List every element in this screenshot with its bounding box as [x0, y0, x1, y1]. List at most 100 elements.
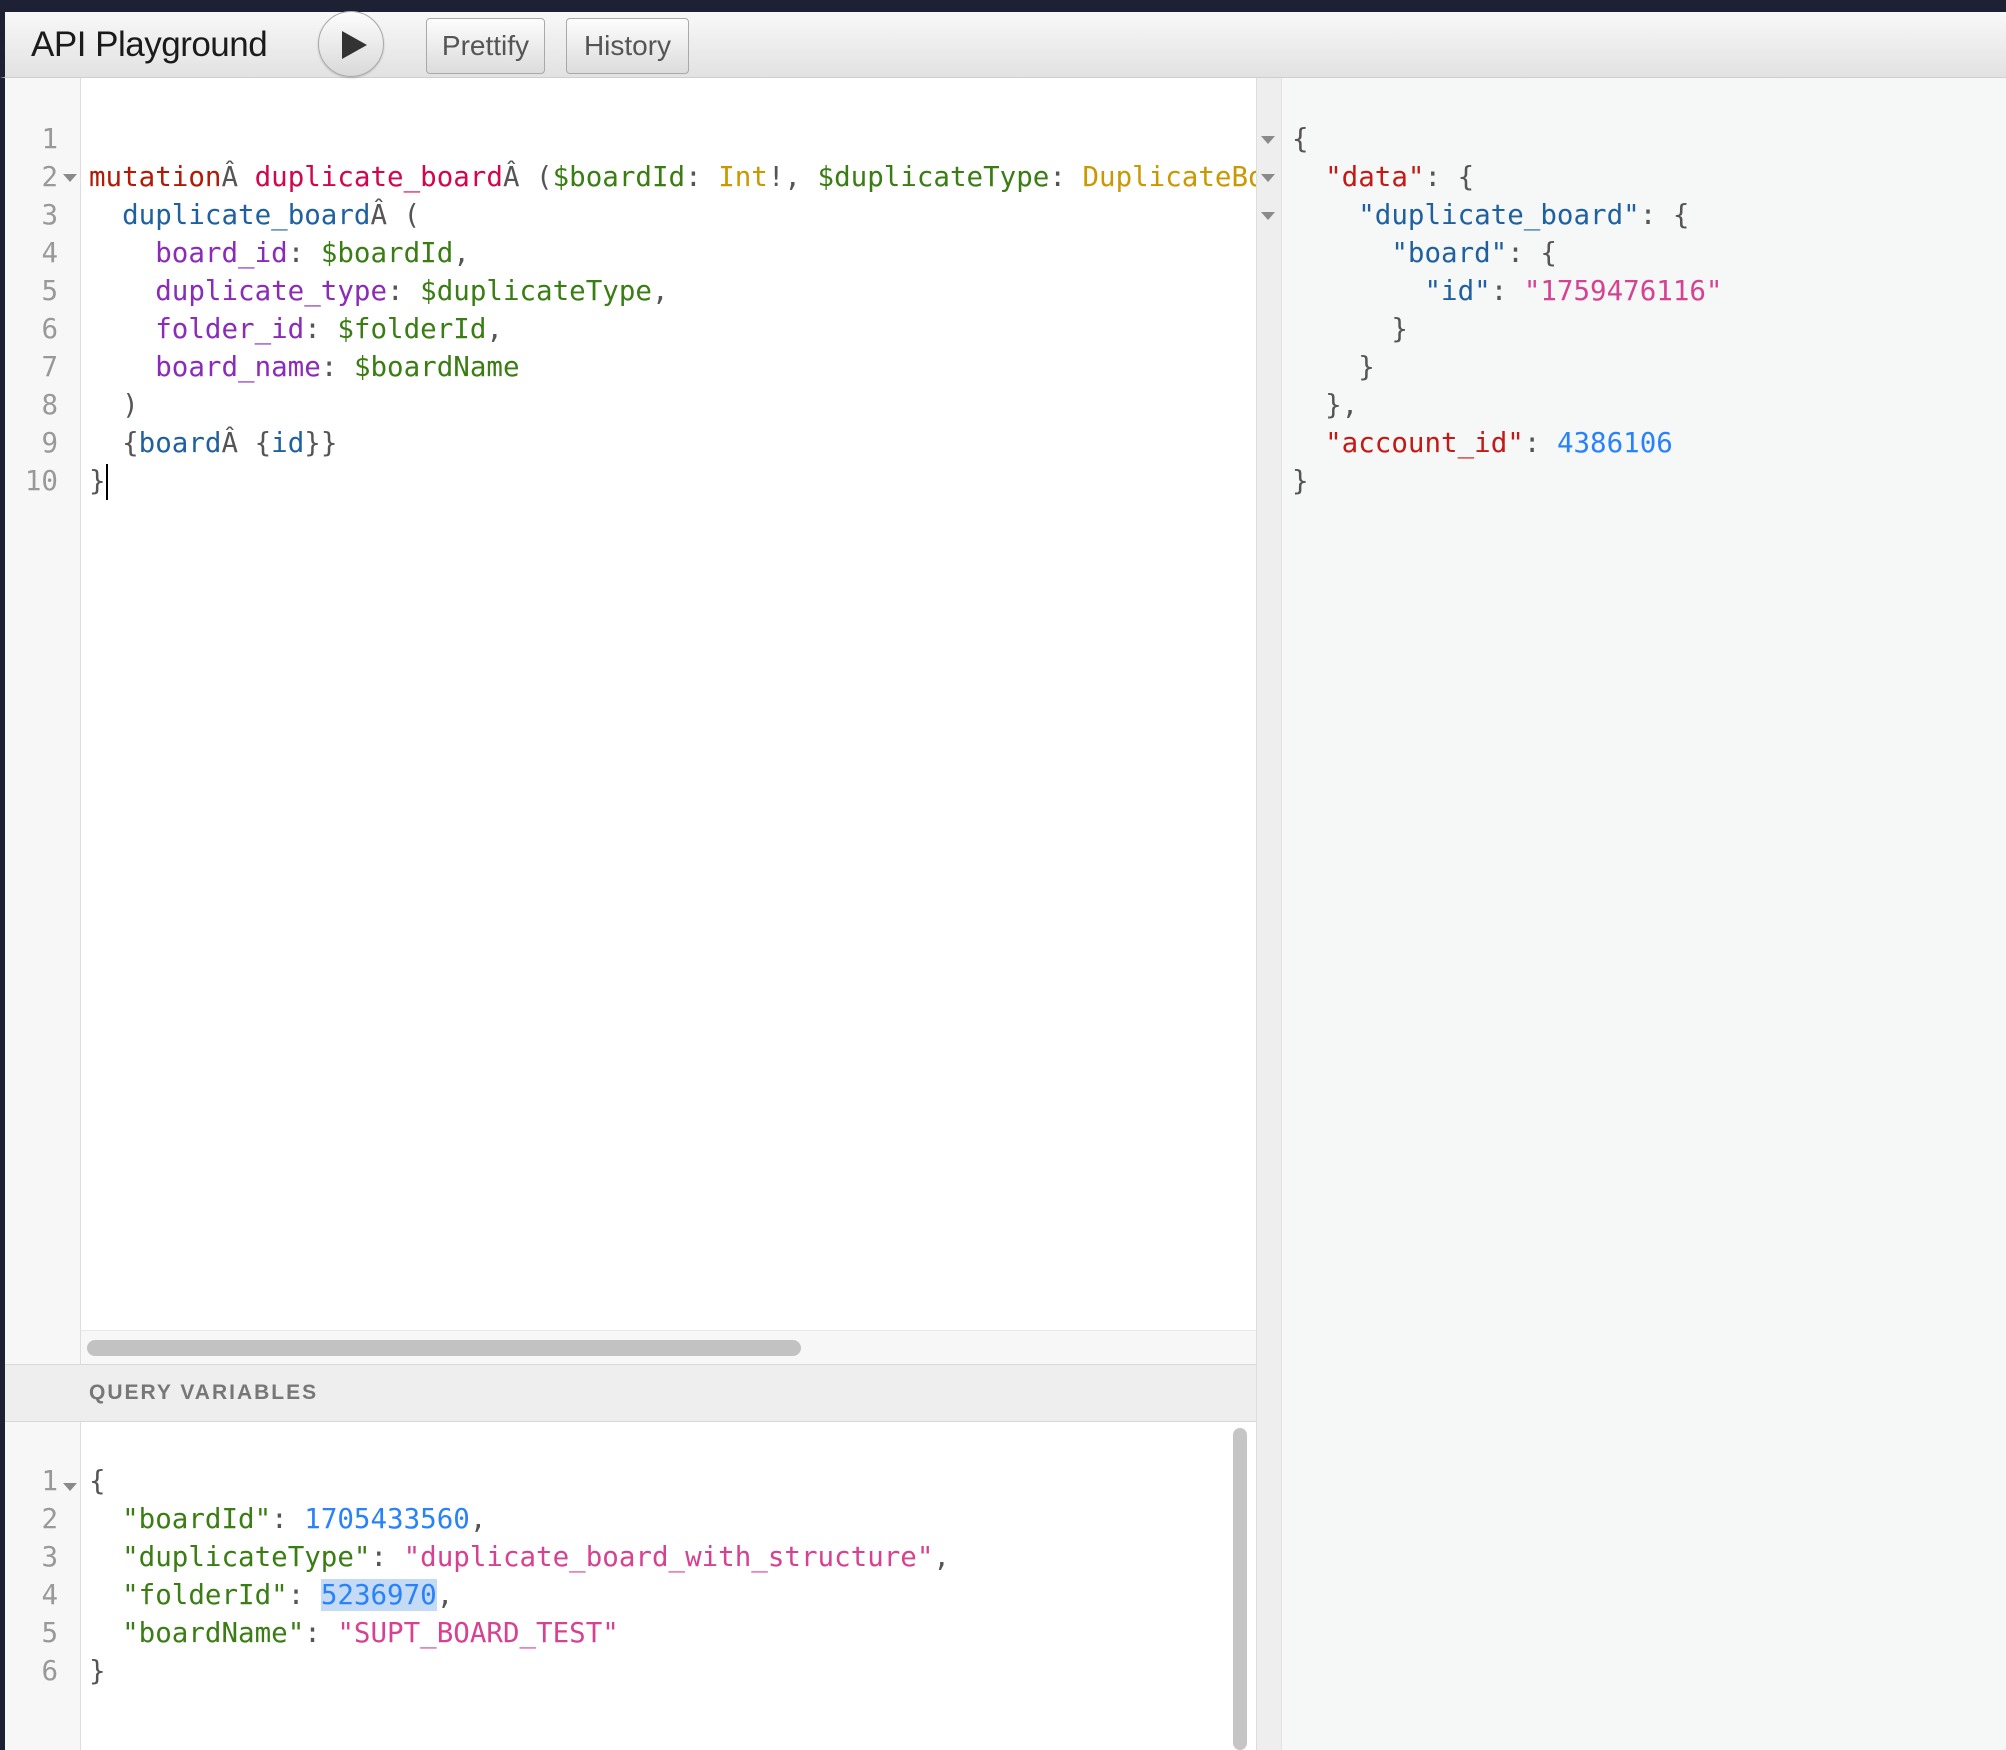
- code-token: }: [89, 1655, 106, 1687]
- toolbar: API Playground Prettify History: [0, 11, 2006, 78]
- code-line: }: [1292, 462, 1309, 500]
- fold-arrow-icon[interactable]: [63, 174, 77, 182]
- code-token: Â: [221, 161, 255, 193]
- code-token: ,: [453, 237, 470, 269]
- code-token: }: [1292, 465, 1309, 497]
- line-number: 7: [41, 351, 58, 383]
- code-token: :: [1049, 161, 1083, 193]
- code-token: :: [685, 161, 719, 193]
- line-number: 8: [41, 389, 58, 421]
- code-line: "data": {: [1292, 158, 1474, 196]
- code-line: "board": {: [1292, 234, 1557, 272]
- run-button[interactable]: [318, 11, 384, 77]
- line-number: 9: [41, 427, 58, 459]
- code-token: :: [287, 1579, 321, 1611]
- play-icon: [342, 31, 367, 59]
- code-line: board_id: $boardId,: [89, 234, 470, 272]
- code-token: 5236970: [320, 1579, 437, 1611]
- code-token: board: [138, 427, 222, 459]
- code-token: :: [304, 313, 338, 345]
- code-line: ): [89, 386, 139, 424]
- line-number: 4: [41, 1579, 58, 1611]
- code-token: "boardName": [122, 1617, 305, 1649]
- code-token: 1705433560: [304, 1503, 470, 1535]
- result-pane: { "data": { "duplicate_board": { "board"…: [1282, 78, 2006, 1750]
- code-token: ,: [469, 1503, 487, 1535]
- code-token: "board": [1391, 237, 1508, 269]
- pane-divider[interactable]: [1256, 78, 1282, 1750]
- fold-arrow-icon[interactable]: [1261, 174, 1275, 182]
- code-token: $duplicateType: [420, 275, 652, 307]
- code-token: :: [304, 1617, 338, 1649]
- code-token: board_name: [155, 351, 321, 383]
- app-title: API Playground: [31, 25, 268, 64]
- code-token: "duplicate_board": [1358, 199, 1640, 231]
- line-number: 10: [24, 465, 58, 497]
- fold-arrow-icon[interactable]: [63, 1483, 77, 1491]
- code-token: board_id: [155, 237, 288, 269]
- line-number: 1: [41, 123, 58, 155]
- code-token: folder_id: [155, 313, 305, 345]
- code-token: "boardId": [122, 1503, 272, 1535]
- text-cursor: [106, 464, 108, 500]
- code-token: : {: [1639, 199, 1690, 231]
- fold-arrow-icon[interactable]: [1261, 212, 1275, 220]
- code-token: :: [370, 1541, 404, 1573]
- code-token: Â (: [502, 161, 553, 193]
- code-token: "duplicateType": [122, 1541, 371, 1573]
- code-token: duplicate_board: [122, 199, 371, 231]
- code-token: : {: [1424, 161, 1475, 193]
- code-token: },: [1292, 389, 1359, 421]
- code-token: {: [89, 427, 139, 459]
- line-number: 5: [41, 1617, 58, 1649]
- code-line: "folderId": 5236970,: [89, 1576, 453, 1614]
- code-token: mutation: [89, 161, 222, 193]
- fold-arrow-icon[interactable]: [1261, 136, 1275, 144]
- code-token: $duplicateType: [817, 161, 1050, 193]
- vertical-scrollbar-thumb[interactable]: [1233, 1428, 1247, 1750]
- code-token: "id": [1424, 275, 1491, 307]
- code-token: :: [387, 275, 421, 307]
- query-variables-header[interactable]: QUERY VARIABLES: [5, 1364, 1256, 1422]
- history-button[interactable]: History: [566, 18, 689, 74]
- code-token: : {: [1507, 237, 1557, 269]
- code-token: }}: [304, 427, 338, 459]
- code-line: "account_id": 4386106: [1292, 424, 1673, 462]
- code-line: "id": "1759476116": [1292, 272, 1723, 310]
- code-line: duplicate_boardÂ (: [89, 196, 420, 234]
- code-token: Â {: [221, 427, 272, 459]
- code-line: {: [1292, 120, 1309, 158]
- line-number: 3: [41, 1541, 58, 1573]
- query-variables-title: QUERY VARIABLES: [89, 1381, 319, 1404]
- code-token: ,: [436, 1579, 454, 1611]
- code-token: id: [271, 427, 305, 459]
- code-token: Â (: [370, 199, 421, 231]
- line-number: 2: [41, 161, 58, 193]
- code-token: "1759476116": [1523, 275, 1723, 307]
- code-token: duplicate_board: [254, 161, 503, 193]
- code-line: board_name: $boardName: [89, 348, 519, 386]
- window-top-strip: [0, 0, 2006, 12]
- code-line: "duplicateType": "duplicate_board_with_s…: [89, 1538, 950, 1576]
- code-line: {boardÂ {id}}: [89, 424, 337, 462]
- code-token: ): [89, 389, 139, 421]
- code-line: folder_id: $folderId,: [89, 310, 503, 348]
- code-line: "boardName": "SUPT_BOARD_TEST": [89, 1614, 619, 1652]
- code-token: ,: [933, 1541, 950, 1573]
- horizontal-scrollbar-thumb[interactable]: [87, 1340, 801, 1356]
- horizontal-scrollbar[interactable]: [81, 1330, 1256, 1364]
- code-token: {: [1292, 123, 1309, 155]
- code-token: :: [1523, 427, 1557, 459]
- line-number: 2: [41, 1503, 58, 1535]
- prettify-button[interactable]: Prettify: [426, 18, 545, 74]
